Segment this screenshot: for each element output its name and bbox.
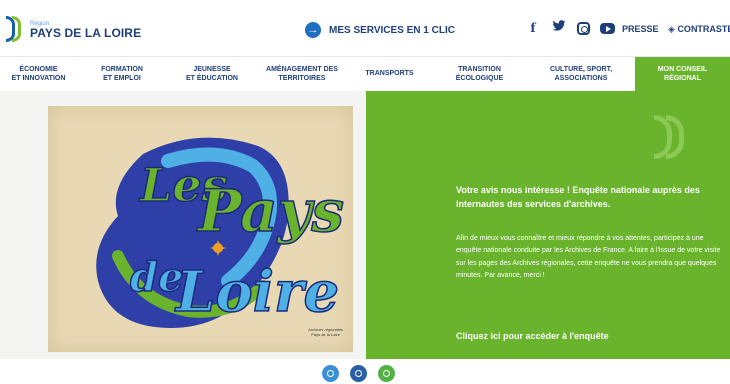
archive-stamp: Archives régionales Pays de la Loire <box>308 328 343 338</box>
nav-item-transports[interactable]: TRANSPORTS <box>347 57 432 92</box>
nav-line: ET INNOVATION <box>11 74 66 82</box>
site-logo[interactable]: Région PAYS DE LA LOIRE <box>6 14 141 46</box>
poster-word-loire: Loire <box>174 259 339 325</box>
nav-line: TERRITOIRES <box>278 74 326 82</box>
main-nav: ÉCONOMIE ET INNOVATION FORMATION ET EMPLOI… <box>0 56 730 92</box>
instagram-icon[interactable] <box>577 21 590 35</box>
nav-item-conseil[interactable]: MON CONSEIL RÉGIONAL <box>635 57 730 92</box>
nav-line: RÉGIONAL <box>664 74 701 82</box>
poster-artwork: Les Pays de Loire <box>96 137 345 328</box>
archive-poster-image: Les Pays de Loire Archives régionales Pa… <box>48 106 353 352</box>
survey-link[interactable]: Cliquez ici pour accéder à l'enquête <box>456 331 609 341</box>
services-label: MES SERVICES EN 1 CLIC <box>329 24 455 36</box>
brand-mark-icon <box>650 115 700 159</box>
facebook-icon[interactable]: f <box>525 20 541 36</box>
nav-line: FORMATION <box>101 65 143 73</box>
nav-line: ET EMPLOI <box>103 74 141 82</box>
survey-body: Afin de mieux vous connaître et mieux ré… <box>456 235 721 279</box>
twitter-icon[interactable] <box>551 20 567 36</box>
logo-name: PAYS DE LA LOIRE <box>30 26 142 40</box>
nav-item-economie[interactable]: ÉCONOMIE ET INNOVATION <box>0 57 77 92</box>
poster-word-pays: Pays <box>196 177 344 245</box>
contrast-icon: ◈ <box>668 24 675 34</box>
nav-line: ET ÉDUCATION <box>186 74 238 82</box>
search-icon[interactable] <box>378 365 395 382</box>
nav-line: MON CONSEIL <box>657 65 708 73</box>
contrast-label: CONTRASTE <box>677 24 730 34</box>
nav-line: ÉCONOMIE <box>19 65 58 73</box>
contrast-toggle[interactable]: ◈ CONTRASTE <box>668 24 730 35</box>
survey-title: Votre avis nous intéresse ! Enquête nati… <box>456 185 700 210</box>
nav-line: TRANSPORTS <box>365 70 414 78</box>
social-links: f <box>525 20 615 36</box>
hero-image-panel: Les Pays de Loire Archives régionales Pa… <box>0 91 366 359</box>
bottom-bar <box>0 359 730 384</box>
logo-mark-icon <box>6 14 26 46</box>
nav-item-formation[interactable]: FORMATION ET EMPLOI <box>77 57 167 92</box>
nav-line: ÉCOLOGIQUE <box>455 74 504 82</box>
nav-item-jeunesse[interactable]: JEUNESSE ET ÉDUCATION <box>167 57 257 92</box>
user-icon[interactable] <box>322 365 339 382</box>
top-bar: Région PAYS DE LA LOIRE → MES SERVICES E… <box>0 0 730 56</box>
hero-section: Les Pays de Loire Archives régionales Pa… <box>0 91 730 359</box>
arrow-right-icon: → <box>305 22 321 38</box>
survey-panel: Votre avis nous intéresse ! Enquête nati… <box>366 91 730 359</box>
presse-link[interactable]: PRESSE <box>622 24 659 34</box>
nav-line: AMÉNAGEMENT DES <box>266 65 338 73</box>
services-button[interactable]: → MES SERVICES EN 1 CLIC <box>305 22 455 38</box>
stamp-text: Pays de la Loire <box>311 332 340 338</box>
nav-item-transition[interactable]: TRANSITION ÉCOLOGIQUE <box>432 57 527 92</box>
people-icon[interactable] <box>350 365 367 382</box>
youtube-icon[interactable] <box>600 22 615 34</box>
nav-line: CULTURE, SPORT, <box>549 65 613 73</box>
nav-line: ASSOCIATIONS <box>554 74 608 82</box>
nav-line: JEUNESSE <box>193 65 231 73</box>
nav-item-culture[interactable]: CULTURE, SPORT, ASSOCIATIONS <box>527 57 635 92</box>
nav-line: TRANSITION <box>458 65 501 73</box>
nav-item-amenagement[interactable]: AMÉNAGEMENT DES TERRITOIRES <box>257 57 347 92</box>
